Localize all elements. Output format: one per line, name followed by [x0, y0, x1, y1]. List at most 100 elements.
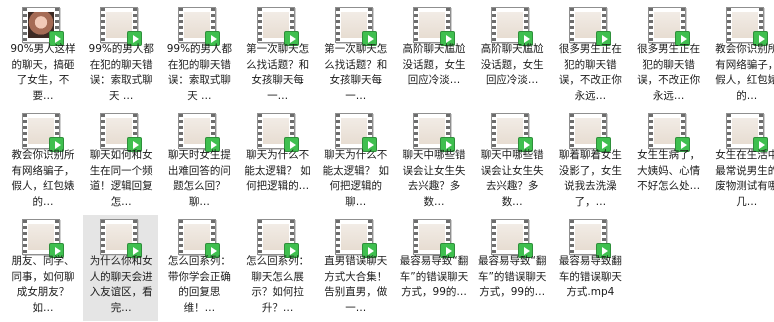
film-perforation-left: [570, 8, 575, 42]
file-item[interactable]: 第一次聊天怎么找话题？和女孩聊天每一…: [240, 3, 315, 109]
file-name-label: 聊天中哪些错误会让女生失去兴趣？多数…: [480, 149, 544, 208]
file-name-label: 女生生病了，大姨妈、心情不好怎么处…: [637, 149, 701, 192]
video-file-icon: [647, 113, 690, 152]
film-perforation-left: [23, 114, 27, 148]
file-item[interactable]: 怎么回系列：聊天怎么展示？如何拉升？…: [240, 215, 315, 321]
video-file-icon: [334, 113, 377, 152]
file-item[interactable]: 教会你识别所有网络骗子，假人，红包婊的…: [709, 3, 774, 109]
file-name-label: 第一次聊天怎么找话题？和女孩聊天每一…: [246, 43, 310, 102]
file-item[interactable]: 聊天为什么不能太逻辑？ 如何把逻辑的聊…: [318, 109, 393, 215]
file-item[interactable]: 聊天中哪些错误会让女生失去兴趣？多数…: [396, 109, 471, 215]
file-item[interactable]: 聊天为什么不能太逻辑？ 如何把逻辑的…: [240, 109, 315, 215]
film-perforation-left: [101, 8, 106, 42]
video-file-icon: [256, 219, 299, 258]
file-name-label: 99%的男人都在犯的聊天错误：索取式聊天 …: [166, 43, 233, 102]
file-item[interactable]: 聊着聊着女生没影了，女生说我去洗澡了，…: [552, 109, 627, 215]
file-name-label: 最容易导致“翻车”的错误聊天方式，99的…: [477, 255, 547, 298]
file-name-label: 第一次聊天怎么找话题？和女孩聊天每一…: [324, 43, 388, 102]
video-file-icon: [22, 113, 64, 152]
file-item[interactable]: 为什么你和女人的聊天会进入友谊区，看完…: [83, 215, 159, 321]
file-name-label: 聊天如何和女生在同一个频道！逻辑回复怎…: [89, 149, 153, 208]
video-file-icon: [178, 219, 221, 258]
video-file-icon: [569, 219, 612, 258]
file-item[interactable]: 聊天中哪些错误会让女生失去兴趣？多数…: [474, 109, 549, 215]
film-perforation-left: [179, 114, 184, 148]
film-perforation-left: [101, 114, 106, 148]
file-name-label: 最容易导致翻车的错误聊天方式.mp4: [558, 255, 622, 298]
film-perforation-left: [726, 8, 731, 42]
file-name-label: 聊着聊着女生没影了，女生说我去洗澡了，…: [558, 149, 622, 208]
video-file-icon: [491, 7, 534, 46]
film-perforation-left: [335, 8, 340, 42]
file-item[interactable]: 高阶聊天尴尬没话题，女生回应冷淡…: [474, 3, 549, 109]
file-name-label: 聊天时女生提出难回答的问题怎么回？ 聊…: [167, 149, 231, 208]
video-file-icon: [569, 113, 612, 152]
film-perforation-left: [570, 220, 575, 254]
file-item[interactable]: 99%的男人都在犯的聊天错误：索取式聊天 …: [161, 3, 236, 109]
file-item[interactable]: 99%的男人都在犯的聊天错误：索取式聊天 …: [83, 3, 158, 109]
file-item[interactable]: 第一次聊天怎么找话题？和女孩聊天每一…: [318, 3, 393, 109]
file-item[interactable]: 聊天时女生提出难回答的问题怎么回？ 聊…: [161, 109, 236, 215]
file-item[interactable]: 女生在生活中最常说男生的废物测试有哪几…: [709, 109, 774, 215]
video-file-icon: [178, 113, 221, 152]
film-perforation-left: [726, 114, 731, 148]
file-item[interactable]: 女生生病了，大姨妈、心情不好怎么处…: [631, 109, 706, 215]
film-perforation-left: [335, 220, 340, 254]
film-perforation-left: [648, 114, 653, 148]
file-item[interactable]: 最容易导致翻车的错误聊天方式.mp4: [552, 215, 627, 321]
video-file-icon: [413, 219, 455, 258]
film-perforation-left: [23, 220, 27, 254]
video-file-icon: [334, 7, 377, 46]
file-name-label: 为什么你和女人的聊天会进入友谊区，看完…: [89, 255, 153, 314]
film-perforation-left: [257, 220, 262, 254]
file-name-label: 高阶聊天尴尬没话题，女生回应冷淡…: [480, 43, 544, 86]
video-file-icon: [100, 113, 143, 152]
file-item[interactable]: 怎么回系列：带你学会正确的回复思维！…: [161, 215, 236, 321]
file-name-label: 教会你识别所有网络骗子，假人，红包婊的…: [715, 43, 774, 102]
file-item[interactable]: 朋友、同学、同事，如何聊成女朋友？如…: [5, 215, 80, 321]
file-name-label: 聊天为什么不能太逻辑？ 如何把逻辑的聊…: [322, 149, 389, 208]
video-file-icon: [491, 219, 534, 258]
film-perforation-left: [257, 8, 262, 42]
video-file-icon: [413, 113, 455, 152]
file-item[interactable]: 聊天如何和女生在同一个频道！逻辑回复怎…: [83, 109, 158, 215]
file-name-label: 最容易导致“翻车”的错误聊天方式，99的…: [399, 255, 469, 298]
file-item[interactable]: 高阶聊天尴尬没话题，女生回应冷淡…: [396, 3, 471, 109]
file-name-label: 很多男生正在犯的聊天错误，不改正你永远…: [637, 43, 701, 102]
film-perforation-left: [23, 8, 27, 42]
file-name-label: 聊天为什么不能太逻辑？ 如何把逻辑的…: [244, 149, 311, 192]
file-item[interactable]: 很多男生正在犯的聊天错误，不改正你永远…: [552, 3, 627, 109]
file-name-label: 怎么回系列：聊天怎么展示？如何拉升？…: [246, 255, 310, 314]
file-item[interactable]: 直男错误聊天方式大合集！告别直男，做一…: [318, 215, 393, 321]
file-name-label: 90%男人这样的聊天，搞砸了女生，不要…: [10, 43, 76, 102]
file-name-label: 怎么回系列：带你学会正确的回复思维！…: [167, 255, 231, 314]
file-item[interactable]: 90%男人这样的聊天，搞砸了女生，不要…: [5, 3, 80, 109]
film-perforation-left: [492, 8, 497, 42]
file-name-label: 聊天中哪些错误会让女生失去兴趣？多数…: [402, 149, 466, 208]
film-perforation-left: [492, 114, 497, 148]
video-file-icon: [491, 113, 534, 152]
video-file-icon: [178, 7, 221, 46]
file-name-label: 教会你识别所有网络骗子，假人，红包婊的…: [11, 149, 75, 208]
file-item[interactable]: 很多男生正在犯的聊天错误，不改正你永远…: [631, 3, 706, 109]
video-file-icon: [22, 7, 64, 46]
file-name-label: 很多男生正在犯的聊天错误，不改正你永远…: [558, 43, 622, 102]
video-file-icon: [22, 219, 64, 258]
file-item[interactable]: 最容易导致“翻车”的错误聊天方式，99的…: [396, 215, 471, 321]
film-perforation-left: [570, 114, 575, 148]
film-perforation-left: [414, 220, 418, 254]
film-perforation-left: [257, 114, 262, 148]
video-file-icon: [725, 113, 768, 152]
file-item[interactable]: 最容易导致“翻车”的错误聊天方式，99的…: [474, 215, 549, 321]
film-perforation-left: [335, 114, 340, 148]
file-grid: 90%男人这样的聊天，搞砸了女生，不要… 99%的男人都在犯的聊天错误：索取式聊天…: [0, 0, 774, 322]
file-name-label: 朋友、同学、同事，如何聊成女朋友？如…: [11, 255, 75, 314]
film-perforation-left: [414, 8, 418, 42]
video-file-icon: [100, 219, 143, 258]
file-item[interactable]: 教会你识别所有网络骗子，假人，红包婊的…: [5, 109, 80, 215]
video-file-icon: [256, 113, 299, 152]
video-file-icon: [569, 7, 612, 46]
film-perforation-left: [648, 8, 653, 42]
file-name-label: 高阶聊天尴尬没话题，女生回应冷淡…: [402, 43, 466, 86]
video-file-icon: [100, 7, 143, 46]
